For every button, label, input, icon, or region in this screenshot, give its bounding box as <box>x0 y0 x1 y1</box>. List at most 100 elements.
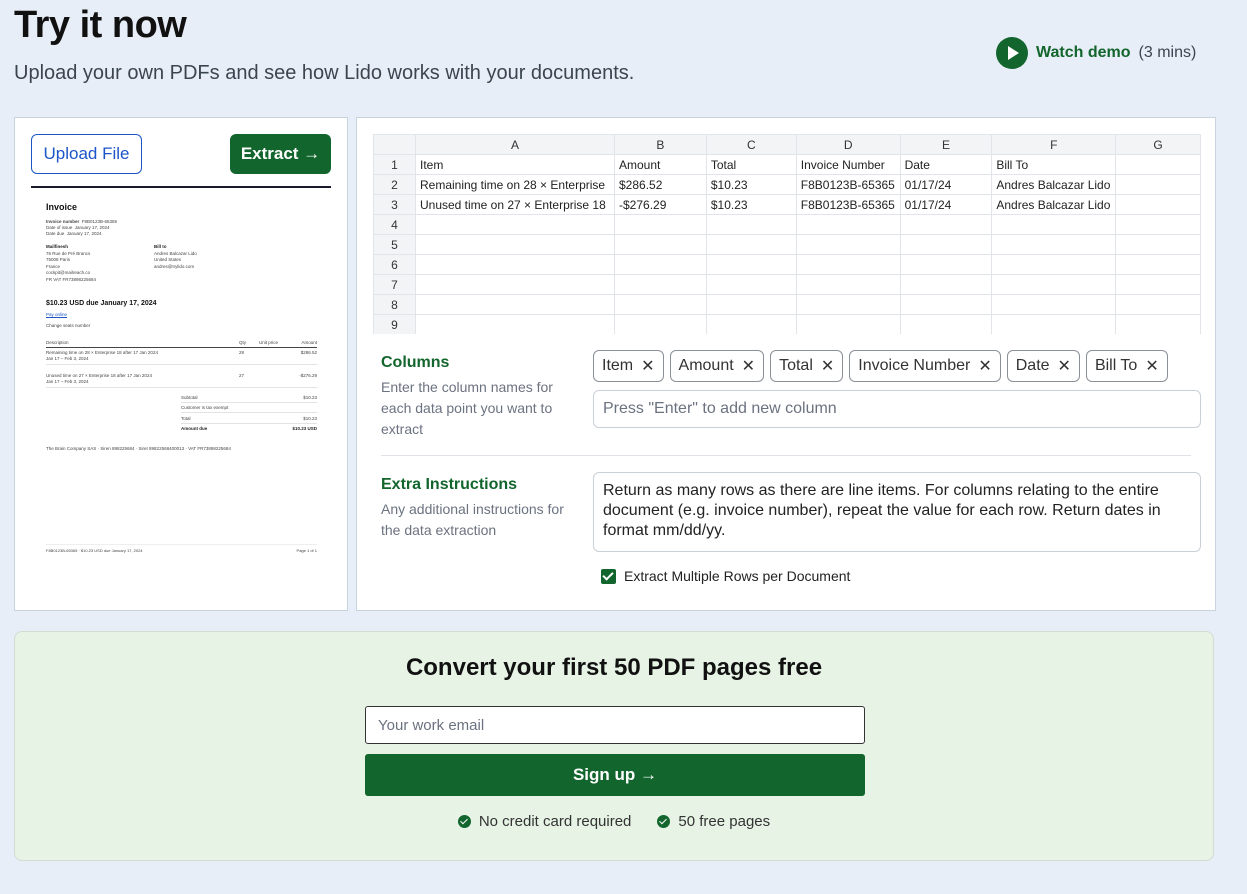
corner-cell[interactable] <box>373 134 416 155</box>
sheet-cell[interactable]: 01/17/24 <box>899 194 993 215</box>
row-number[interactable]: 2 <box>373 174 416 195</box>
sheet-cell[interactable] <box>705 274 797 295</box>
sheet-cell[interactable] <box>705 314 797 334</box>
sheet-cell[interactable]: F8B0123B-65365 <box>795 174 901 195</box>
multiple-rows-checkbox[interactable] <box>601 568 616 584</box>
sign-up-button[interactable]: Sign up → <box>365 754 865 796</box>
sheet-cell[interactable] <box>705 234 797 255</box>
sheet-cell[interactable] <box>414 274 616 295</box>
sheet-cell[interactable] <box>614 254 707 275</box>
sheet-cell[interactable] <box>1115 254 1201 275</box>
sheet-cell[interactable] <box>705 294 797 315</box>
sheet-cell[interactable] <box>414 234 616 255</box>
sheet-cell[interactable]: Remaining time on 28 × Enterprise <box>414 174 616 195</box>
sheet-cell[interactable]: Date <box>899 154 993 175</box>
sheet-cell[interactable] <box>614 214 707 235</box>
sheet-cell[interactable]: Invoice Number <box>795 154 901 175</box>
sheet-cell[interactable] <box>1115 234 1201 255</box>
row-number[interactable]: 1 <box>373 154 416 175</box>
sheet-cell[interactable] <box>1115 314 1201 334</box>
column-chip[interactable]: Bill To ✕ <box>1085 350 1168 382</box>
sheet-cell[interactable] <box>991 314 1117 334</box>
pay-online-link[interactable]: Pay online <box>46 312 67 317</box>
column-chip[interactable]: Item ✕ <box>593 350 664 382</box>
sheet-cell[interactable] <box>899 314 993 334</box>
column-header[interactable]: B <box>614 134 707 155</box>
work-email-input[interactable] <box>365 706 865 744</box>
column-chip[interactable]: Total ✕ <box>770 350 844 382</box>
column-chip[interactable]: Date ✕ <box>1006 350 1080 382</box>
sheet-cell[interactable]: Item <box>414 154 616 175</box>
remove-chip-icon[interactable]: ✕ <box>641 356 654 376</box>
row-number[interactable]: 9 <box>373 314 416 334</box>
sheet-cell[interactable] <box>795 274 901 295</box>
sheet-cell[interactable] <box>1115 294 1201 315</box>
sheet-cell[interactable]: Bill To <box>991 154 1117 175</box>
sheet-cell[interactable] <box>705 254 797 275</box>
sheet-cell[interactable] <box>614 234 707 255</box>
sheet-cell[interactable] <box>614 274 707 295</box>
sheet-cell[interactable] <box>991 234 1117 255</box>
sheet-cell[interactable] <box>795 214 901 235</box>
extract-button[interactable]: Extract → <box>230 134 331 174</box>
column-header[interactable]: G <box>1115 134 1201 155</box>
sheet-cell[interactable] <box>1115 154 1201 175</box>
remove-chip-icon[interactable]: ✕ <box>1145 356 1158 376</box>
column-chip[interactable]: Invoice Number ✕ <box>849 350 1001 382</box>
watch-demo-link[interactable]: Watch demo (3 mins) <box>996 37 1196 69</box>
sheet-cell[interactable] <box>705 214 797 235</box>
sheet-cell[interactable] <box>414 314 616 334</box>
row-number[interactable]: 6 <box>373 254 416 275</box>
sheet-cell[interactable] <box>414 294 616 315</box>
sheet-cell[interactable]: Total <box>705 154 797 175</box>
sheet-cell[interactable] <box>414 214 616 235</box>
sheet-cell[interactable] <box>991 254 1117 275</box>
sheet-cell[interactable] <box>614 314 707 334</box>
row-number[interactable]: 8 <box>373 294 416 315</box>
sheet-cell[interactable] <box>795 294 901 315</box>
remove-chip-icon[interactable]: ✕ <box>821 356 834 376</box>
column-header[interactable]: C <box>705 134 797 155</box>
sheet-cell[interactable] <box>1115 214 1201 235</box>
column-header[interactable]: F <box>991 134 1117 155</box>
sheet-cell[interactable]: $286.52 <box>614 174 707 195</box>
sheet-cell[interactable] <box>899 234 993 255</box>
sheet-cell[interactable] <box>614 294 707 315</box>
sheet-cell[interactable] <box>899 254 993 275</box>
remove-chip-icon[interactable]: ✕ <box>742 356 755 376</box>
multiple-rows-option[interactable]: Extract Multiple Rows per Document <box>601 568 850 584</box>
row-number[interactable]: 3 <box>373 194 416 215</box>
sheet-cell[interactable] <box>899 214 993 235</box>
sheet-cell[interactable]: Andres Balcazar Lido <box>991 194 1117 215</box>
column-header[interactable]: A <box>414 134 616 155</box>
sheet-cell[interactable]: -$276.29 <box>614 194 707 215</box>
sheet-cell[interactable]: Amount <box>614 154 707 175</box>
column-header[interactable]: E <box>899 134 993 155</box>
sheet-cell[interactable]: Andres Balcazar Lido <box>991 174 1117 195</box>
row-number[interactable]: 4 <box>373 214 416 235</box>
sheet-cell[interactable]: F8B0123B-65365 <box>795 194 901 215</box>
sheet-cell[interactable] <box>414 254 616 275</box>
sheet-cell[interactable] <box>1115 274 1201 295</box>
add-column-input[interactable] <box>593 390 1201 428</box>
remove-chip-icon[interactable]: ✕ <box>978 356 991 376</box>
row-number[interactable]: 7 <box>373 274 416 295</box>
sheet-cell[interactable] <box>1115 174 1201 195</box>
sheet-cell[interactable]: $10.23 <box>705 194 797 215</box>
sheet-cell[interactable] <box>899 274 993 295</box>
sheet-cell[interactable] <box>899 294 993 315</box>
sheet-cell[interactable] <box>991 294 1117 315</box>
sheet-cell[interactable] <box>1115 194 1201 215</box>
sheet-cell[interactable]: Unused time on 27 × Enterprise 18 <box>414 194 616 215</box>
upload-file-button[interactable]: Upload File <box>31 134 142 174</box>
column-header[interactable]: D <box>795 134 901 155</box>
sheet-cell[interactable] <box>795 254 901 275</box>
row-number[interactable]: 5 <box>373 234 416 255</box>
extra-instructions-textarea[interactable]: Return as many rows as there are line it… <box>593 472 1201 552</box>
sheet-cell[interactable] <box>795 314 901 334</box>
sheet-cell[interactable]: 01/17/24 <box>899 174 993 195</box>
sheet-cell[interactable] <box>991 274 1117 295</box>
remove-chip-icon[interactable]: ✕ <box>1058 356 1071 376</box>
sheet-cell[interactable] <box>795 234 901 255</box>
sheet-cell[interactable]: $10.23 <box>705 174 797 195</box>
